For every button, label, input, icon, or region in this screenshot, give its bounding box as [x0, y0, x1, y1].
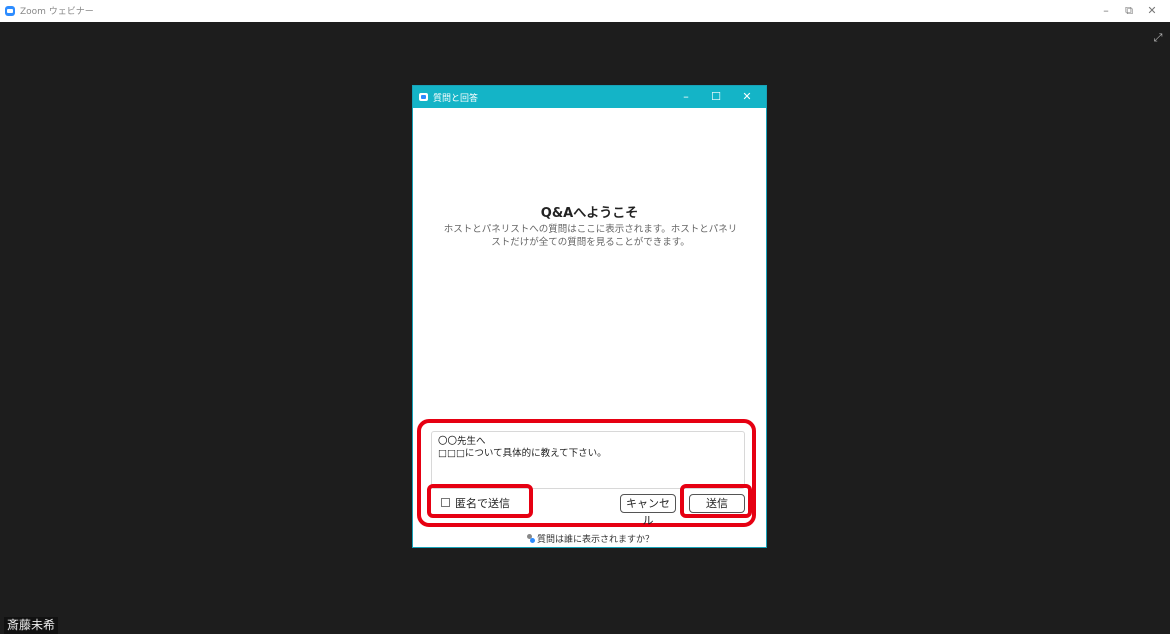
anonymous-checkbox[interactable]	[441, 498, 450, 507]
qa-dialog-title: 質問と回答	[433, 94, 479, 104]
window-minimize-button[interactable]: –	[1097, 2, 1115, 20]
question-input[interactable]: 〇〇先生へ □□□について具体的に教えて下さい。	[431, 431, 745, 489]
who-sees-label[interactable]: 質問は誰に表示されますか？	[537, 535, 654, 545]
window-title: Zoom ウェビナー	[20, 7, 94, 17]
main-window-titlebar: Zoom ウェビナー – ⧉ ✕	[0, 0, 1170, 22]
qa-welcome-description: ホストとパネリストへの質問はここに表示されます。ホストとパネリストだけが全ての質…	[443, 224, 738, 248]
fullscreen-icon[interactable]: ⤢	[1150, 30, 1166, 46]
qa-dialog: 質問と回答 – ☐ ✕ Q&Aへようこそ ホストとパネリストへの質問はここに表示…	[412, 85, 767, 548]
who-sees-link[interactable]: 質問は誰に表示されますか？	[413, 532, 766, 545]
zoom-logo-icon	[419, 93, 428, 101]
anonymous-label[interactable]: 匿名で送信	[455, 495, 510, 511]
qa-dialog-titlebar: 質問と回答 – ☐ ✕	[413, 86, 766, 108]
participant-name-label: 斎藤未希	[4, 617, 59, 634]
qa-minimize-button[interactable]: –	[676, 88, 696, 106]
window-restore-button[interactable]: ⧉	[1120, 2, 1138, 20]
zoom-logo-icon	[5, 6, 15, 16]
qa-close-button[interactable]: ✕	[737, 88, 757, 106]
send-button[interactable]: 送信	[689, 494, 745, 513]
cancel-button[interactable]: キャンセル	[620, 494, 676, 527]
qa-maximize-button[interactable]: ☐	[706, 88, 726, 106]
window-close-button[interactable]: ✕	[1143, 2, 1161, 20]
qa-welcome-title: Q&Aへようこそ	[540, 206, 639, 221]
people-icon	[525, 534, 535, 543]
